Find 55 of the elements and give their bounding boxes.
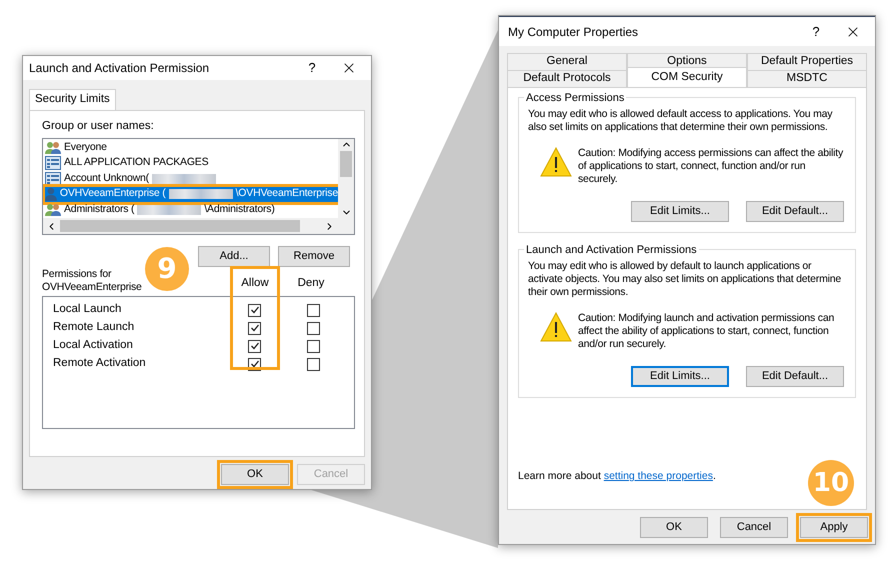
tab[interactable]: General (507, 53, 627, 70)
column-header: Deny (298, 276, 324, 292)
checkbox[interactable] (307, 304, 320, 317)
user-list-item[interactable]: Administrators ( \Administrators) (45, 202, 338, 218)
window-grid-icon (45, 172, 61, 186)
checkbox[interactable] (307, 322, 320, 335)
tab[interactable]: Default Protocols (507, 70, 627, 87)
horizontal-scrollbar[interactable] (43, 218, 354, 234)
user-list-item[interactable]: Account Unknown( (45, 171, 338, 187)
tab[interactable]: Default Properties (747, 53, 867, 70)
user-list-item[interactable]: ALL APPLICATION PACKAGES (45, 156, 338, 172)
permissions-label: Permissions for OVHVeeamEnterprise (42, 268, 140, 294)
users-icon (45, 140, 61, 155)
warning-icon (540, 312, 572, 342)
dialog-button[interactable]: Cancel (720, 517, 788, 538)
users-icon (45, 202, 61, 217)
field-label: Group or user names: (42, 118, 155, 134)
column-header: Allow (241, 276, 269, 292)
dialog-button[interactable]: OK (640, 517, 708, 538)
permission-name: Local Launch (52, 302, 122, 318)
tab[interactable]: MSDTC (747, 70, 867, 87)
scrollbar[interactable] (338, 139, 354, 218)
learn-more-text: Learn more about setting these properties. (518, 469, 716, 484)
dialog-button[interactable]: Edit Default... (746, 366, 844, 387)
window-title: Launch and Activation Permission (29, 60, 210, 77)
caution-text: Caution: Modifying launch and activation permissions can affect the ability of applications to start, connect, function and/or run securely. (578, 312, 836, 351)
description-text: You may edit who is allowed default access to applications. You may also set limits on applications that determine their own permissions. (528, 108, 834, 134)
checkbox[interactable] (248, 322, 261, 335)
help-button[interactable]: ? (297, 58, 327, 78)
dialog-button[interactable]: Edit Limits... (631, 366, 729, 387)
checkbox[interactable] (307, 358, 320, 371)
dialog-button[interactable]: Apply (800, 517, 868, 538)
checkbox[interactable] (307, 340, 320, 353)
permission-name: Remote Activation (52, 356, 147, 372)
checkbox[interactable] (248, 340, 261, 353)
description-text: You may edit who is allowed by default to launch applications or activate objects. You may also set limits on applications that determine their own permissions. (528, 260, 842, 299)
tab[interactable]: COM Security (627, 67, 747, 87)
dialog-button[interactable]: Add... (198, 246, 270, 268)
tab[interactable]: Security Limits (29, 88, 116, 110)
help-button[interactable]: ? (801, 22, 831, 42)
permission-name: Remote Launch (52, 320, 136, 336)
user-list-item[interactable]: OVHVeeamEnterprise ( \OVHVeeamEnterprise (45, 186, 338, 202)
dialog-button[interactable]: Edit Limits... (631, 201, 729, 222)
window-title: My Computer Properties (508, 24, 640, 40)
user-icon (45, 187, 57, 202)
dialog-button[interactable]: Remove (278, 246, 350, 268)
user-list-item[interactable]: Everyone (45, 140, 338, 156)
dialog-button[interactable]: Edit Default... (746, 201, 844, 222)
dialog-button[interactable]: OK (221, 464, 289, 485)
warning-icon (540, 147, 572, 177)
window-grid-icon (45, 156, 61, 170)
properties-link[interactable]: setting these properties (604, 470, 713, 482)
checkbox[interactable] (248, 304, 261, 317)
caution-text: Caution: Modifying access permissions can affect the ability of applications to start, connect, function and/or run securely. (578, 147, 844, 186)
permission-name: Local Activation (52, 338, 134, 354)
